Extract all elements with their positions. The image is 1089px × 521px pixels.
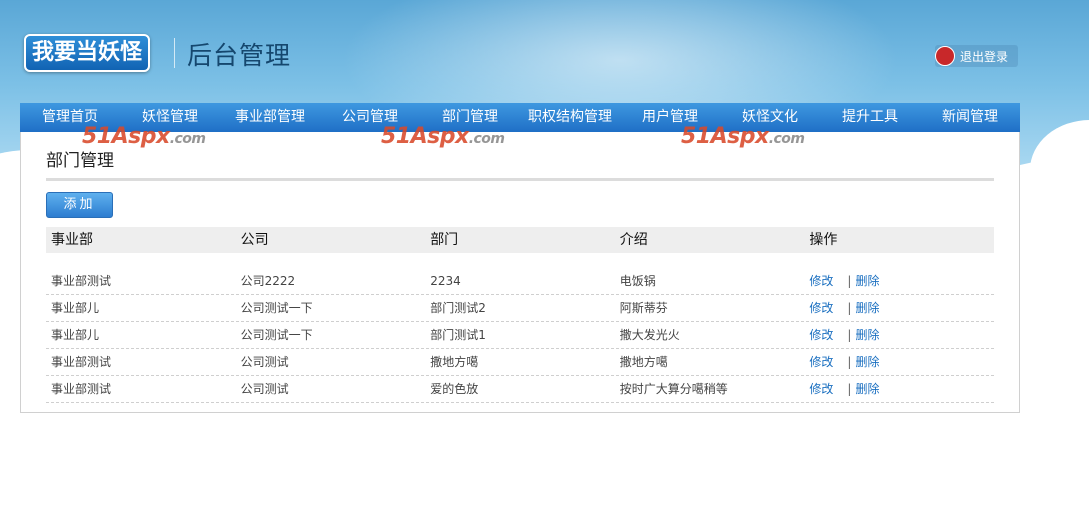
table-row: 事业部儿 公司测试一下 部门测试2 阿斯蒂芬 修改 | 删除	[46, 295, 994, 322]
edit-link[interactable]: 修改	[809, 376, 833, 402]
logout-button[interactable]: 退出登录	[935, 45, 1019, 67]
logo-divider	[174, 38, 175, 68]
cell-department: 撒地方噶	[430, 355, 479, 369]
table-body: 事业部测试 公司2222 2234 电饭锅 修改 | 删除 事业部儿 公司测试一…	[46, 268, 994, 403]
cell-company: 公司2222	[240, 274, 296, 288]
power-icon	[935, 46, 955, 66]
add-button[interactable]: 添加	[46, 192, 113, 218]
watermark-text: 51Aspx	[381, 124, 469, 149]
watermark-logo: 51Aspx.com	[681, 124, 805, 149]
logout-label: 退出登录	[960, 49, 1009, 64]
table-row: 事业部测试 公司测试 撒地方噶 撒地方噶 修改 | 删除	[46, 349, 994, 376]
action-separator: |	[847, 355, 852, 369]
page-title: 部门管理	[46, 151, 114, 171]
action-separator: |	[847, 328, 852, 342]
watermark-logo: 51Aspx.com	[381, 124, 505, 149]
delete-link[interactable]: 删除	[855, 349, 879, 375]
column-header-company: 公司	[240, 232, 269, 248]
cell-actions: 修改 | 删除	[804, 349, 994, 375]
cell-division: 事业部测试	[51, 355, 112, 369]
content-panel: 部门管理 添加 事业部 公司 部门 介绍 操作 事业部测试 公司2222 223…	[20, 132, 1020, 413]
cell-intro: 电饭锅	[619, 274, 656, 288]
page-subtitle: 后台管理	[187, 41, 292, 70]
cell-intro: 撒地方噶	[619, 355, 668, 369]
column-header-actions: 操作	[809, 232, 838, 248]
action-separator: |	[847, 301, 852, 315]
delete-link[interactable]: 删除	[855, 376, 879, 402]
cell-department: 2234	[430, 274, 461, 288]
nav-item-role-structure[interactable]: 职权结构管理	[520, 103, 620, 132]
cell-company: 公司测试一下	[240, 328, 313, 342]
table-row: 事业部儿 公司测试一下 部门测试1 撒大发光火 修改 | 删除	[46, 322, 994, 349]
site-logo: 我要当妖怪	[24, 34, 151, 72]
cell-division: 事业部测试	[51, 274, 112, 288]
column-header-department: 部门	[430, 232, 459, 248]
delete-link[interactable]: 删除	[855, 295, 879, 321]
cell-intro: 阿斯蒂芬	[619, 301, 668, 315]
cell-intro: 按时广大算分噶稍等	[619, 382, 728, 396]
table-row: 事业部测试 公司测试 爱的色放 按时广大算分噶稍等 修改 | 删除	[46, 376, 994, 403]
cell-actions: 修改 | 删除	[804, 268, 994, 294]
cell-actions: 修改 | 删除	[804, 376, 994, 402]
cell-company: 公司测试	[240, 382, 289, 396]
cell-actions: 修改 | 删除	[804, 295, 994, 321]
cell-division: 事业部测试	[51, 382, 112, 396]
cell-department: 部门测试2	[430, 301, 486, 315]
cell-intro: 撒大发光火	[619, 328, 680, 342]
edit-link[interactable]: 修改	[809, 268, 833, 294]
column-header-intro: 介绍	[619, 232, 648, 248]
nav-item-division[interactable]: 事业部管理	[220, 103, 320, 132]
cell-department: 爱的色放	[430, 382, 479, 396]
delete-link[interactable]: 删除	[855, 268, 879, 294]
table-header: 事业部 公司 部门 介绍 操作	[46, 227, 994, 253]
cell-company: 公司测试一下	[240, 301, 313, 315]
watermark-logo: 51Aspx.com	[82, 124, 206, 149]
column-header-division: 事业部	[51, 232, 93, 248]
cell-division: 事业部儿	[51, 301, 100, 315]
watermark-text: 51Aspx	[82, 124, 170, 149]
watermark-domain: .com	[169, 131, 206, 147]
delete-link[interactable]: 删除	[855, 322, 879, 348]
nav-item-tools[interactable]: 提升工具	[820, 103, 920, 132]
edit-link[interactable]: 修改	[809, 322, 833, 348]
edit-link[interactable]: 修改	[809, 295, 833, 321]
cell-department: 部门测试1	[430, 328, 486, 342]
cell-actions: 修改 | 删除	[804, 322, 994, 348]
edit-link[interactable]: 修改	[809, 349, 833, 375]
cell-division: 事业部儿	[51, 328, 100, 342]
title-divider	[46, 178, 994, 181]
nav-item-news[interactable]: 新闻管理	[920, 103, 1020, 132]
watermark-text: 51Aspx	[681, 124, 769, 149]
cell-company: 公司测试	[240, 355, 289, 369]
watermark-domain: .com	[468, 131, 505, 147]
action-separator: |	[847, 274, 852, 288]
watermark-domain: .com	[768, 131, 805, 147]
action-separator: |	[847, 382, 852, 396]
table-row: 事业部测试 公司2222 2234 电饭锅 修改 | 删除	[46, 268, 994, 295]
